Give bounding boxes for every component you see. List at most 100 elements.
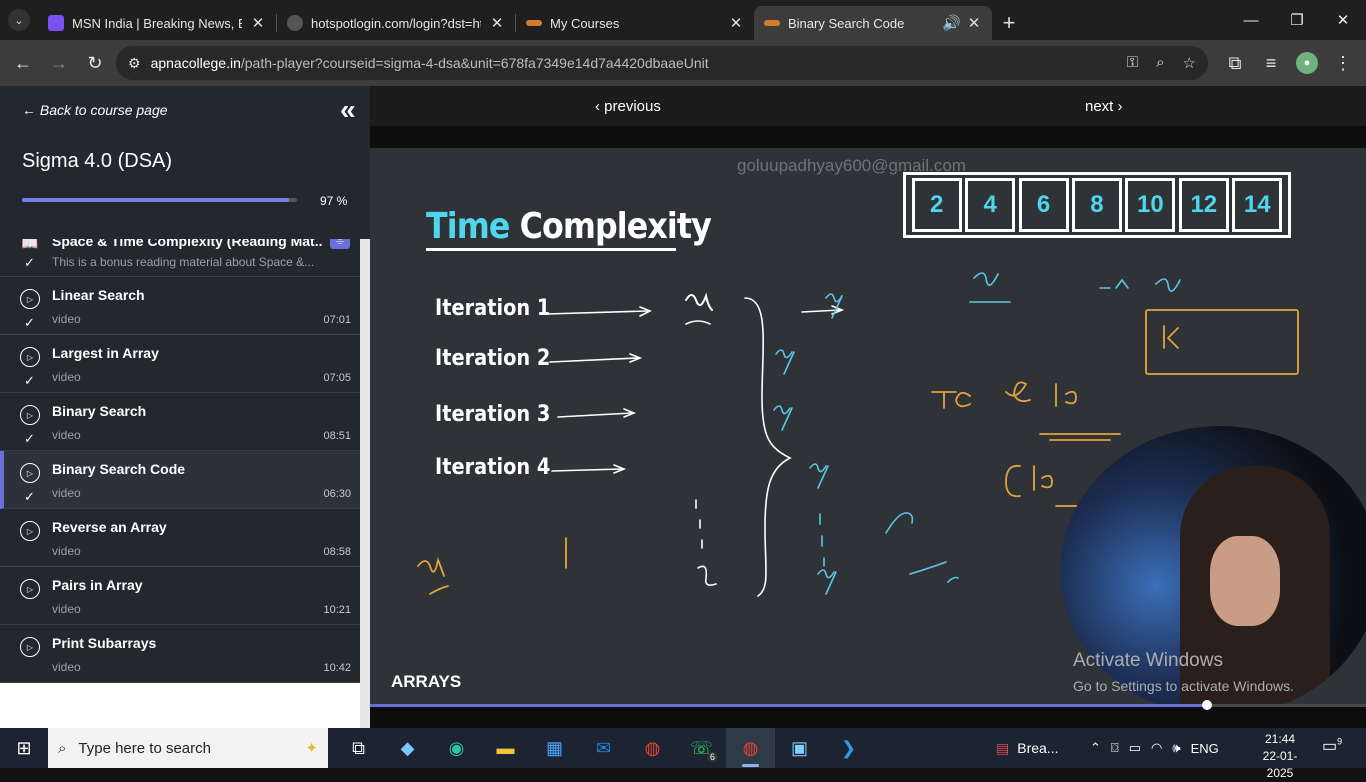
close-icon[interactable]: ✕	[966, 14, 982, 32]
edge-icon[interactable]: ◉	[432, 728, 481, 768]
close-icon[interactable]: ✕	[728, 14, 744, 32]
control-panel-icon[interactable]: ▣	[775, 728, 824, 768]
lesson-type: video	[52, 486, 81, 500]
attachment-icon: ⌯	[330, 239, 350, 249]
language-indicator[interactable]: ENG	[1191, 741, 1219, 756]
lesson-item[interactable]: ▷ Print Subarrays video 10:42	[0, 625, 360, 683]
close-icon[interactable]: ✕	[489, 14, 505, 32]
lesson-item[interactable]: ▷ Reverse an Array video 08:58	[0, 509, 360, 567]
video-seek-handle[interactable]	[1201, 700, 1212, 710]
address-bar[interactable]: ⚙ apnacollege.in/path-player?courseid=si…	[116, 46, 1208, 80]
tab-hotspot[interactable]: hotspotlogin.com/login?dst=ht ✕	[277, 6, 515, 40]
lesson-title: Binary Search	[52, 403, 147, 419]
media-control-icon[interactable]: ≡	[1256, 48, 1286, 78]
chevron-up-icon[interactable]: ⌃	[1090, 740, 1101, 756]
star-icon[interactable]: ☆	[1183, 54, 1196, 72]
url-host: apnacollege.in	[150, 55, 241, 71]
extensions-icon[interactable]: ⧉	[1220, 48, 1250, 78]
lesson-item[interactable]: ▷ Binary Search ✓ video 08:51	[0, 393, 360, 451]
wifi-icon[interactable]: ◠	[1151, 740, 1162, 756]
sidebar-scrollbar[interactable]	[360, 239, 370, 728]
chrome-icon[interactable]: ◍	[628, 728, 677, 768]
play-circle-icon: ▷	[20, 521, 40, 541]
lesson-list: 📖 Space & Time Complexity (Reading Mat..…	[0, 239, 360, 683]
chevron-down-icon: ⌄	[8, 9, 30, 31]
windows-start-icon[interactable]: ⊞	[0, 728, 48, 768]
tab-bar: ⌄ MSN India | Breaking News, Ent ✕ hotsp…	[0, 0, 1366, 40]
search-icon: ⌕	[58, 739, 67, 757]
apna-college-favicon-icon	[764, 20, 780, 26]
task-view-icon[interactable]: ⧉	[334, 728, 383, 768]
zoom-icon[interactable]: ⌕	[1156, 54, 1164, 72]
collapse-sidebar-icon[interactable]: «	[340, 94, 356, 126]
lesson-item-current[interactable]: ▷ Binary Search Code ✓ video 06:30	[0, 451, 360, 509]
back-arrow-icon[interactable]: ←	[8, 48, 38, 78]
chrome-active-icon[interactable]: ◍	[726, 728, 775, 768]
outlook-icon[interactable]: ✉	[579, 728, 628, 768]
next-lesson-button[interactable]: next ›	[1085, 98, 1123, 115]
clock-time: 21:44	[1264, 732, 1296, 746]
reload-icon[interactable]: ↻	[80, 48, 110, 78]
close-window-button[interactable]: ✕	[1320, 0, 1366, 40]
previous-lesson-button[interactable]: ‹ previous	[595, 98, 661, 115]
copilot-icon[interactable]: ◆	[383, 728, 432, 768]
search-highlight-icon: ✦	[305, 740, 318, 757]
apna-college-favicon-icon	[526, 20, 542, 26]
lesson-description: This is a bonus reading material about S…	[52, 255, 315, 269]
forward-arrow-icon[interactable]: →	[44, 48, 74, 78]
lesson-title: Pairs in Array	[52, 577, 143, 593]
tab-msn[interactable]: MSN India | Breaking News, Ent ✕	[38, 6, 276, 40]
lesson-item[interactable]: 📖 Space & Time Complexity (Reading Mat..…	[0, 239, 360, 277]
new-tab-button[interactable]: +	[992, 6, 1026, 40]
maximize-button[interactable]: ❐	[1274, 0, 1320, 40]
lesson-title: Binary Search Code	[52, 461, 186, 477]
activate-windows-subtitle: Go to Settings to activate Windows.	[1073, 678, 1294, 694]
lesson-type: video	[52, 660, 81, 674]
course-progress-bar	[22, 198, 297, 202]
minimize-button[interactable]: —	[1228, 0, 1274, 40]
address-toolbar: ← → ↻ ⚙ apnacollege.in/path-player?cours…	[0, 40, 1366, 86]
key-icon[interactable]: ⚿	[1127, 54, 1138, 72]
battery-icon[interactable]: ▭	[1129, 740, 1141, 756]
taskbar-search-box[interactable]: ⌕ Type here to search ✦	[48, 728, 328, 768]
close-icon[interactable]: ✕	[250, 14, 266, 32]
lesson-item[interactable]: ▷ Pairs in Array video 10:21	[0, 567, 360, 625]
play-circle-icon: ▷	[20, 579, 40, 599]
player-area: ‹ previous next › goluupadhyay600@gmail.…	[370, 86, 1366, 728]
lesson-type: video	[52, 602, 81, 616]
lesson-title: Largest in Array	[52, 345, 159, 361]
video-seek-bar[interactable]	[370, 704, 1366, 707]
speaker-icon[interactable]: 🔊	[942, 14, 961, 32]
course-sidebar: ← Back to course page « Sigma 4.0 (DSA) …	[0, 86, 370, 728]
site-info-icon[interactable]: ⚙	[128, 55, 141, 72]
whatsapp-icon[interactable]: ☏ 6	[677, 728, 726, 768]
course-title: Sigma 4.0 (DSA)	[22, 150, 173, 172]
tab-my-courses[interactable]: My Courses ✕	[516, 6, 754, 40]
lesson-item[interactable]: ▷ Largest in Array ✓ video 07:05	[0, 335, 360, 393]
lesson-item[interactable]: ▷ Linear Search ✓ video 07:01	[0, 277, 360, 335]
profile-button[interactable]: ●	[1292, 48, 1322, 78]
play-circle-icon: ▷	[20, 405, 40, 425]
back-to-course-link[interactable]: ← Back to course page	[22, 102, 168, 118]
system-clock[interactable]: 21:44 22-01-2025	[1250, 731, 1310, 782]
notification-count: 9	[1337, 736, 1343, 747]
clock-date: 22-01-2025	[1262, 749, 1298, 780]
lesson-type: video	[52, 370, 81, 384]
notification-center-button[interactable]: ▭9	[1322, 736, 1342, 756]
microsoft-store-icon[interactable]: ▦	[530, 728, 579, 768]
tab-binary-search-code[interactable]: Binary Search Code 🔊 ✕	[754, 6, 992, 40]
globe-icon	[287, 15, 303, 31]
play-circle-icon: ▷	[20, 347, 40, 367]
activate-windows-title: Activate Windows	[1073, 650, 1223, 671]
news-widget[interactable]: ▤ Brea...	[996, 728, 1058, 768]
vscode-icon[interactable]: ❯	[824, 728, 873, 768]
file-explorer-icon[interactable]: ▬	[481, 728, 530, 768]
meet-now-icon[interactable]: ⌼	[1111, 740, 1119, 756]
lesson-duration: 06:30	[323, 488, 351, 500]
play-circle-icon: ▷	[20, 463, 40, 483]
video-frame[interactable]: goluupadhyay600@gmail.com Time Complexit…	[370, 148, 1366, 706]
notification-icon: ▭	[1322, 738, 1338, 755]
menu-kebab-icon[interactable]: ⋮	[1328, 48, 1358, 78]
tab-search-button[interactable]: ⌄	[0, 0, 38, 40]
volume-icon[interactable]: 🕪	[1172, 740, 1180, 756]
